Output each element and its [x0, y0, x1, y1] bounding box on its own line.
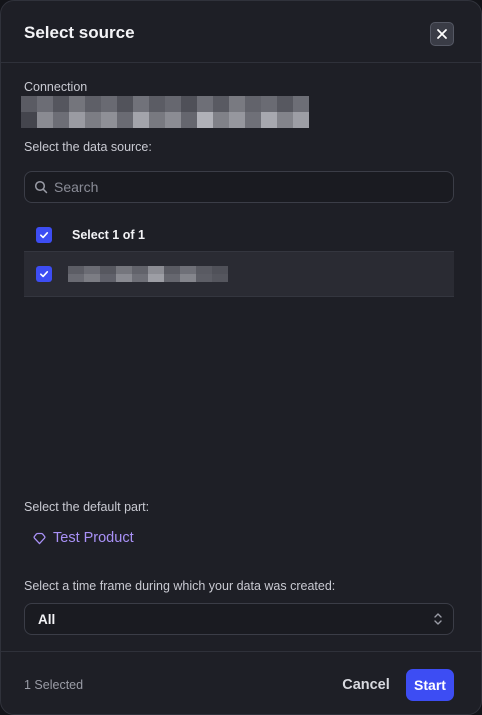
search-field[interactable]	[24, 171, 454, 203]
select-all-label: Select 1 of 1	[72, 228, 145, 242]
search-input[interactable]	[54, 172, 444, 202]
time-frame-label: Select a time frame during which your da…	[24, 579, 336, 593]
select-all-checkbox[interactable]	[36, 227, 52, 243]
default-part-value: Test Product	[53, 530, 134, 546]
close-icon	[437, 29, 447, 39]
time-frame-value: All	[38, 612, 56, 627]
start-button[interactable]: Start	[406, 669, 454, 701]
checkmark-icon	[40, 271, 49, 278]
tag-icon	[33, 532, 46, 544]
time-frame-select[interactable]: All	[24, 603, 454, 635]
selected-count: 1 Selected	[24, 678, 84, 692]
connection-label: Connection	[24, 80, 88, 94]
dialog-footer: 1 Selected Cancel Start	[1, 651, 481, 714]
data-source-row[interactable]	[24, 251, 454, 297]
select-source-dialog: Select source Connection Select the data…	[0, 0, 482, 715]
default-part-link[interactable]: Test Product	[33, 530, 134, 546]
connection-value-redacted	[21, 96, 309, 128]
dialog-header: Select source	[1, 1, 481, 63]
data-source-label: Select the data source:	[24, 140, 152, 154]
cancel-button[interactable]: Cancel	[335, 669, 397, 701]
checkmark-icon	[40, 232, 49, 239]
chevron-up-down-icon	[434, 613, 442, 625]
dialog-title: Select source	[24, 23, 135, 42]
default-part-label: Select the default part:	[24, 500, 150, 514]
search-icon	[34, 180, 48, 194]
close-button[interactable]	[430, 22, 454, 46]
data-source-checkbox[interactable]	[36, 266, 52, 282]
data-source-name-redacted	[68, 266, 228, 282]
